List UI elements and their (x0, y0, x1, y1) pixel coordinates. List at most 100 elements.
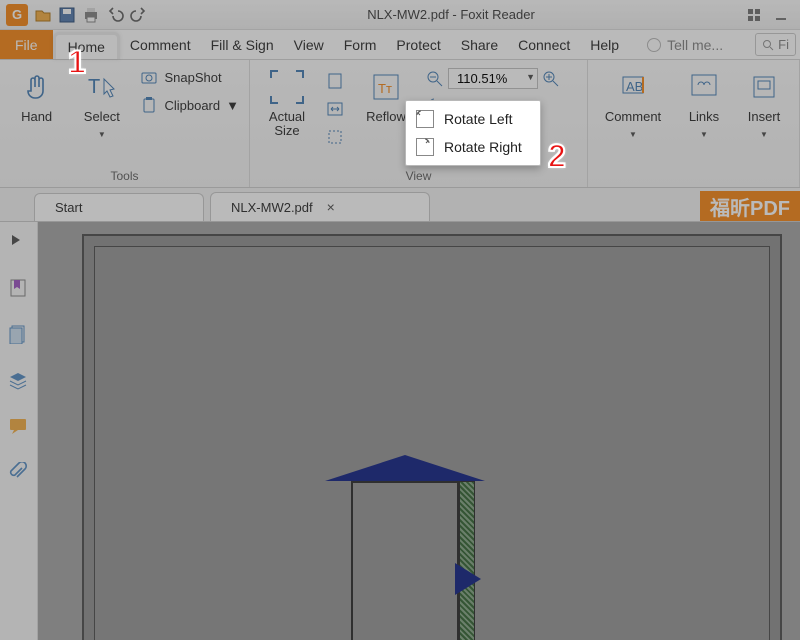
menubar: File Home Comment Fill & Sign View Form … (0, 30, 800, 60)
drawing-hatch (459, 481, 475, 640)
svg-text:AB: AB (626, 79, 643, 94)
find-placeholder: Fi (778, 37, 789, 52)
rotate-popup: Rotate Left Rotate Right (405, 100, 541, 166)
zoom-input[interactable]: 110.51% ▼ (448, 68, 538, 89)
clipboard-dropdown-icon: ▼ (226, 98, 239, 113)
drawing-triangle (455, 563, 481, 595)
comment-label: Comment (605, 110, 661, 124)
save-icon[interactable] (58, 6, 76, 24)
select-dropdown-icon: ▼ (98, 130, 106, 139)
annotation-marker-2: 2 (548, 138, 566, 175)
menu-view[interactable]: View (284, 33, 334, 57)
insert-icon (747, 70, 781, 104)
menu-fill-sign[interactable]: Fill & Sign (201, 33, 284, 57)
hand-tool[interactable]: Hand (8, 66, 65, 124)
zoom-dropdown-icon: ▼ (526, 72, 535, 82)
comment-dropdown-icon: ▼ (629, 130, 637, 139)
layers-icon[interactable] (8, 370, 30, 392)
fit-width-icon (326, 100, 344, 118)
print-icon[interactable] (82, 6, 100, 24)
actual-size-button[interactable]: Actual Size (258, 66, 316, 139)
ribbon: Hand T Select ▼ SnapShot Clipboard ▼ Too… (0, 60, 800, 188)
expand-panel-icon[interactable] (8, 232, 30, 254)
link-icon (687, 70, 721, 104)
actual-size-label: Actual Size (269, 110, 305, 139)
menu-form[interactable]: Form (334, 33, 387, 57)
camera-icon (140, 68, 158, 86)
menu-file[interactable]: File (0, 30, 53, 59)
rotate-left-icon (416, 110, 434, 128)
drawing-roof (325, 455, 485, 481)
links-button[interactable]: Links ▼ (678, 66, 730, 139)
hand-label: Hand (21, 110, 52, 124)
pages-icon[interactable] (8, 324, 30, 346)
select-icon: T (85, 70, 119, 104)
menu-protect[interactable]: Protect (386, 33, 450, 57)
fit-visible-button[interactable] (324, 126, 346, 148)
hand-icon (20, 70, 54, 104)
clipboard-label: Clipboard (164, 98, 220, 113)
tab-start[interactable]: Start (34, 193, 204, 221)
tab-document[interactable]: NLX-MW2.pdf × (210, 192, 430, 221)
side-toolbar (0, 222, 38, 640)
open-icon[interactable] (34, 6, 52, 24)
attachments-icon[interactable] (8, 462, 30, 484)
select-label: Select (84, 110, 120, 124)
tools-group-label: Tools (0, 167, 249, 187)
rotate-left-item[interactable]: Rotate Left (410, 105, 536, 133)
comment-button[interactable]: AB Comment ▼ (596, 66, 670, 139)
links-label: Links (689, 110, 719, 124)
fit-width-button[interactable] (324, 98, 346, 120)
undo-icon[interactable] (106, 6, 124, 24)
rotate-right-label: Rotate Right (444, 139, 522, 155)
svg-text:Tᴛ: Tᴛ (378, 81, 392, 96)
window-title: NLX-MW2.pdf - Foxit Reader (154, 7, 748, 22)
fit-page-button[interactable] (324, 70, 346, 92)
zoom-value: 110.51% (457, 71, 507, 86)
clipboard-button[interactable]: Clipboard ▼ (138, 94, 241, 116)
search-icon (762, 39, 774, 51)
document-tabs: Start NLX-MW2.pdf × 福昕PDF (0, 188, 800, 222)
snapshot-label: SnapShot (164, 70, 221, 85)
insert-label: Insert (748, 110, 781, 124)
menu-comment[interactable]: Comment (120, 33, 201, 57)
rotate-right-item[interactable]: Rotate Right (410, 133, 536, 161)
typewriter-icon: AB (616, 70, 650, 104)
reflow-icon: Tᴛ (369, 70, 403, 104)
comments-icon[interactable] (8, 416, 30, 438)
tab-start-label: Start (55, 200, 82, 215)
fit-page-icon (326, 72, 344, 90)
document-canvas[interactable] (38, 222, 800, 640)
view-group-label: View (250, 167, 587, 187)
tab-doc-label: NLX-MW2.pdf (231, 200, 313, 215)
fit-visible-icon (326, 128, 344, 146)
menu-help[interactable]: Help (580, 33, 629, 57)
pdf-page (82, 234, 782, 640)
svg-text:T: T (88, 76, 100, 98)
tell-me[interactable]: Tell me... (647, 37, 723, 53)
view-grid-icon[interactable] (748, 9, 760, 21)
zoom-out-button[interactable] (426, 70, 444, 88)
zoom-controls: 110.51% ▼ (426, 68, 560, 89)
tab-close-icon[interactable]: × (327, 199, 335, 215)
find-box[interactable]: Fi (755, 33, 796, 56)
zoom-in-button[interactable] (542, 70, 560, 88)
menu-share[interactable]: Share (451, 33, 508, 57)
rotate-left-label: Rotate Left (444, 111, 513, 127)
redo-icon[interactable] (130, 6, 148, 24)
insert-button[interactable]: Insert ▼ (738, 66, 790, 139)
tell-me-label: Tell me... (667, 37, 723, 53)
minimize-icon[interactable] (774, 8, 788, 22)
bookmarks-icon[interactable] (8, 278, 30, 300)
page-content (94, 246, 770, 640)
bulb-icon (647, 38, 661, 52)
annotation-marker-1: 1 (68, 44, 86, 81)
clipboard-icon (140, 96, 158, 114)
promo-banner[interactable]: 福昕PDF (700, 191, 800, 221)
menu-connect[interactable]: Connect (508, 33, 580, 57)
reflow-label: Reflow (366, 110, 406, 124)
menu-home[interactable]: Home (53, 32, 120, 59)
content-area (0, 222, 800, 640)
app-icon: G (6, 4, 28, 26)
snapshot-button[interactable]: SnapShot (138, 66, 241, 88)
